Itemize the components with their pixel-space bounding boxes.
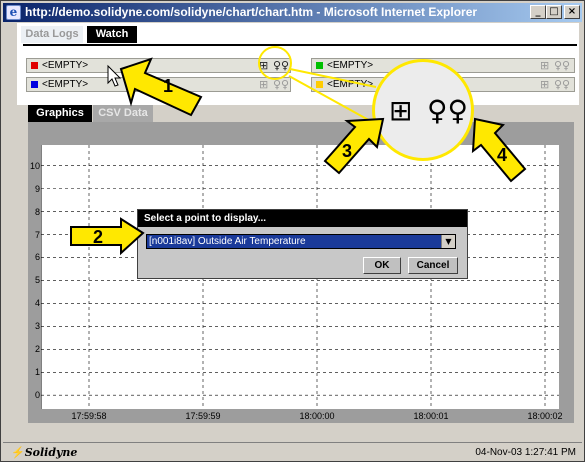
solidyne-logo: ⚡Solidyne [11, 446, 77, 459]
tab-underline [23, 44, 577, 46]
maximize-button[interactable]: □ [546, 5, 562, 19]
y-tick-label: 8 [34, 206, 40, 217]
y-tick-label: 10 [29, 160, 40, 171]
x-tick-label: 18:00:02 [527, 411, 563, 421]
cancel-button[interactable]: Cancel [408, 257, 458, 274]
minimize-button[interactable]: _ [530, 5, 546, 19]
color-swatch-blue [31, 81, 38, 88]
table-icon-enlarged: ⊞ [389, 94, 413, 127]
watch-slot-blue[interactable]: <EMPTY> ⊞ ♀♀ [26, 77, 291, 92]
internet-explorer-icon: e [6, 5, 21, 20]
y-tick-label: 0 [34, 390, 40, 401]
watch-slot-red[interactable]: <EMPTY> ⊞ ♀♀ [26, 58, 291, 73]
window-title: http://demo.solidyne.com/solidyne/chart/… [25, 5, 478, 19]
y-tick-label: 4 [34, 298, 40, 309]
y-tick-label: 2 [34, 344, 40, 355]
tab-watch[interactable]: Watch [87, 26, 137, 43]
x-tick-label: 18:00:01 [413, 411, 449, 421]
status-timestamp: 04-Nov-03 1:27:41 PM [475, 447, 576, 458]
table-icon[interactable]: ⊞ [540, 60, 549, 72]
tab-data-logs[interactable]: Data Logs [21, 26, 83, 43]
watch-slot-label: <EMPTY> [327, 60, 374, 71]
watch-slot-label: <EMPTY> [327, 79, 374, 90]
glasses-icon[interactable]: ♀♀ [273, 79, 289, 91]
y-tick-label: 9 [34, 183, 40, 194]
tab-graphics[interactable]: Graphics [28, 105, 92, 122]
tab-csv-data[interactable]: CSV Data [93, 105, 153, 122]
title-bar: e http://demo.solidyne.com/solidyne/char… [3, 3, 582, 22]
point-select[interactable]: [n001i8av] Outside Air Temperature ▼ [146, 234, 456, 249]
x-tick-label: 18:00:00 [299, 411, 335, 421]
y-tick-label: 3 [34, 321, 40, 332]
watch-slot-label: <EMPTY> [42, 79, 89, 90]
dialog-title: Select a point to display... [138, 210, 467, 227]
y-tick-label: 7 [34, 229, 40, 240]
select-point-dialog: Select a point to display... [n001i8av] … [137, 209, 468, 279]
color-swatch-yellow [316, 81, 323, 88]
browser-window: e http://demo.solidyne.com/solidyne/char… [0, 0, 585, 462]
magnifier-callout: ⊞ ♀♀ [372, 59, 474, 161]
glasses-icon[interactable]: ♀♀ [554, 60, 570, 72]
y-tick-label: 5 [34, 275, 40, 286]
ok-button[interactable]: OK [363, 257, 401, 274]
table-icon[interactable]: ⊞ [259, 79, 268, 91]
y-tick-label: 6 [34, 252, 40, 263]
status-bar: ⚡Solidyne 04-Nov-03 1:27:41 PM [3, 442, 582, 461]
point-select-value: [n001i8av] Outside Air Temperature [149, 236, 306, 247]
glasses-icon-enlarged: ♀♀ [427, 94, 469, 127]
watch-slot-label: <EMPTY> [42, 60, 89, 71]
lightning-icon: ⚡ [11, 446, 25, 459]
color-swatch-green [316, 62, 323, 69]
highlight-ring [258, 46, 292, 80]
x-tick-label: 17:59:59 [185, 411, 221, 421]
x-tick-label: 17:59:58 [71, 411, 107, 421]
table-icon[interactable]: ⊞ [540, 79, 549, 91]
y-tick-label: 1 [34, 367, 40, 378]
close-button[interactable]: × [564, 5, 580, 19]
chevron-down-icon[interactable]: ▼ [441, 235, 455, 248]
glasses-icon[interactable]: ♀♀ [554, 79, 570, 91]
logo-text: Solidyne [24, 446, 78, 459]
color-swatch-red [31, 62, 38, 69]
